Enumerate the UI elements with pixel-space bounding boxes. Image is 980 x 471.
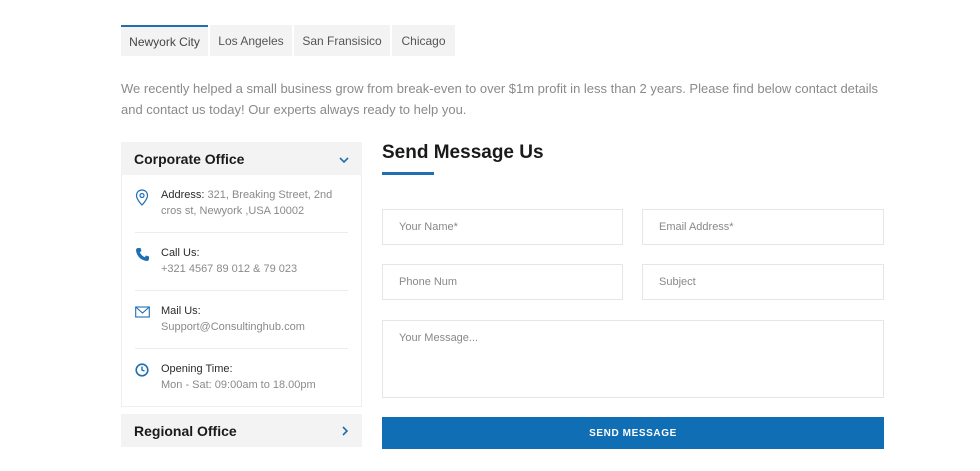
- phone-input[interactable]: Phone Num: [382, 264, 623, 300]
- address-label: Address:: [161, 189, 205, 201]
- tab-newyork-city[interactable]: Newyork City: [121, 25, 208, 56]
- tab-chicago[interactable]: Chicago: [392, 25, 455, 56]
- subject-input[interactable]: Subject: [642, 264, 884, 300]
- time-row: Opening Time: Mon - Sat: 09:00am to 18.0…: [135, 349, 348, 406]
- call-value: +321 4567 89 012 & 79 023: [161, 263, 298, 275]
- clock-icon: [135, 361, 161, 393]
- form-title: Send Message Us: [382, 142, 544, 163]
- regional-office-accordion: Regional Office: [121, 414, 362, 447]
- envelope-icon: [135, 303, 161, 335]
- corporate-office-accordion: Corporate Office Address: 321, Breaking …: [121, 142, 362, 407]
- address-row: Address: 321, Breaking Street, 2nd cros …: [135, 175, 348, 233]
- tab-san-fransisico[interactable]: San Fransisico: [294, 25, 390, 56]
- city-tabs: Newyork City Los Angeles San Fransisico …: [121, 25, 457, 56]
- corporate-office-title: Corporate Office: [134, 150, 245, 167]
- mail-label: Mail Us:: [161, 305, 201, 317]
- map-pin-icon: [135, 187, 161, 219]
- chevron-down-icon: [339, 151, 349, 167]
- contact-form: Send Message Us Your Name* Email Address…: [382, 142, 884, 449]
- name-input[interactable]: Your Name*: [382, 209, 623, 245]
- regional-office-title: Regional Office: [134, 422, 237, 439]
- intro-text: We recently helped a small business grow…: [121, 81, 879, 117]
- phone-icon: [135, 245, 161, 277]
- corporate-office-header[interactable]: Corporate Office: [121, 142, 362, 175]
- send-message-button[interactable]: SEND MESSAGE: [382, 417, 884, 449]
- corporate-office-body: Address: 321, Breaking Street, 2nd cros …: [121, 175, 362, 407]
- time-value: Mon - Sat: 09:00am to 18.00pm: [161, 379, 316, 391]
- regional-office-header[interactable]: Regional Office: [121, 414, 362, 447]
- mail-value: Support@Consultinghub.com: [161, 321, 305, 333]
- tab-los-angeles[interactable]: Los Angeles: [210, 25, 292, 56]
- title-underline: [382, 172, 434, 175]
- time-label: Opening Time:: [161, 363, 233, 375]
- message-textarea[interactable]: Your Message...: [382, 320, 884, 398]
- chevron-right-icon: [341, 423, 349, 439]
- mail-row: Mail Us: Support@Consultinghub.com: [135, 291, 348, 349]
- call-label: Call Us:: [161, 247, 200, 259]
- call-row: Call Us: +321 4567 89 012 & 79 023: [135, 233, 348, 291]
- email-input[interactable]: Email Address*: [642, 209, 884, 245]
